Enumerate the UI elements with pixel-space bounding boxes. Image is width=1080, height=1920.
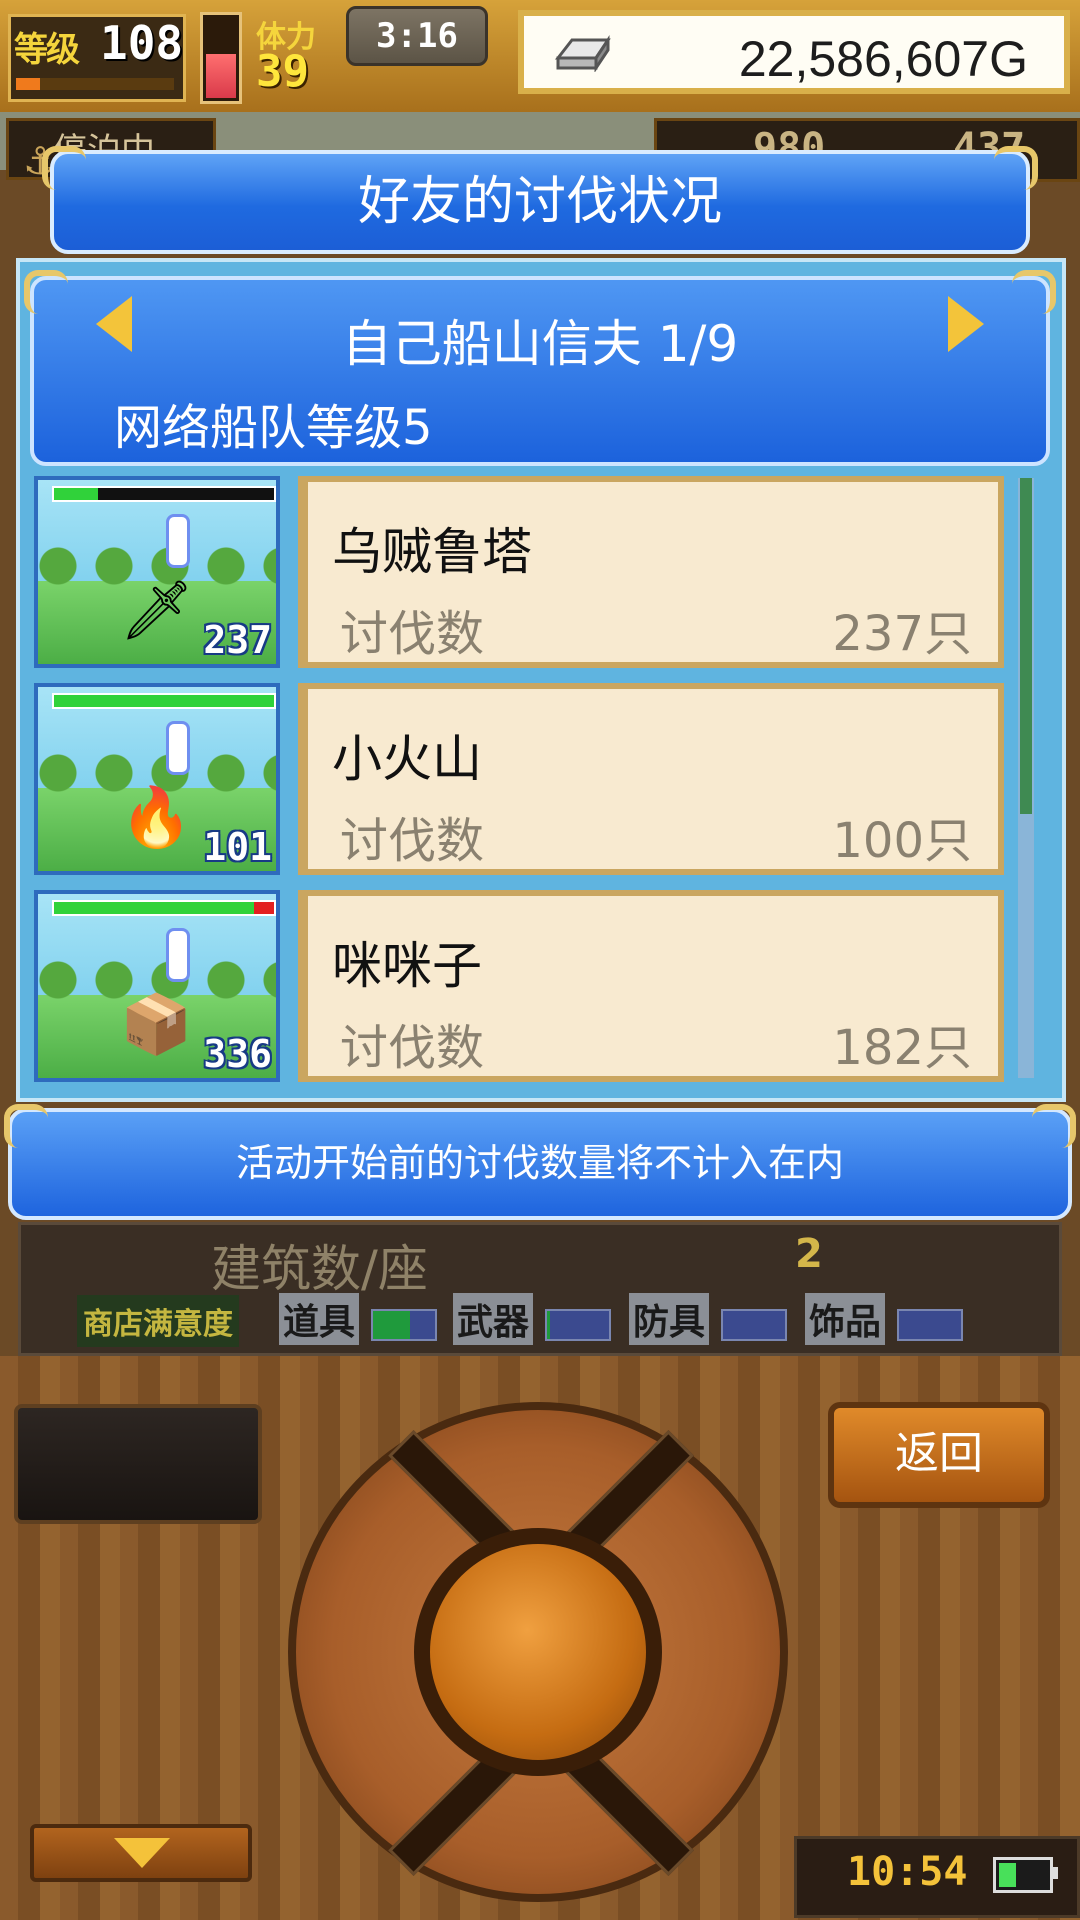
scrollbar-thumb[interactable] <box>1020 478 1032 814</box>
exclamation-icon <box>166 721 190 775</box>
battery-icon <box>993 1857 1053 1893</box>
monster-thumbnail: 🔥 101 <box>34 683 280 875</box>
category-accessories-gauge <box>897 1309 963 1341</box>
monster-card: 小火山 讨伐数 100只 <box>298 683 1004 875</box>
shop-satisfaction-label: 商店满意度 <box>77 1295 239 1347</box>
category-accessories-label: 饰品 <box>805 1293 886 1345</box>
direction-dial[interactable] <box>288 1402 788 1902</box>
exclamation-icon <box>166 514 190 568</box>
notice-banner: 活动开始前的讨伐数量将不计入在内 <box>8 1108 1072 1220</box>
kill-count-label: 讨伐数 <box>340 813 485 869</box>
kill-count-label: 讨伐数 <box>340 606 485 662</box>
gold-value: 22,586,607G <box>738 31 1028 87</box>
monster-hp-bar <box>52 693 276 709</box>
monster-list: 🗡 237 乌贼鲁塔 讨伐数 237只 🔥 101 小火山 讨伐数 100只 📦… <box>30 472 1030 1088</box>
frame-corner <box>1032 1104 1076 1148</box>
list-item[interactable]: 📦 336 咪咪子 讨伐数 182只 <box>30 886 1030 1088</box>
sword-squid-icon: 🗡 <box>120 576 194 644</box>
building-stats-panel: 建筑数/座 2 商店满意度 道具 武器 防具 饰品 <box>18 1222 1062 1356</box>
menu-down-button[interactable] <box>30 1824 252 1882</box>
dial-center-button[interactable] <box>430 1544 646 1760</box>
monster-card: 咪咪子 讨伐数 182只 <box>298 890 1004 1082</box>
monster-hp-bar <box>52 900 276 916</box>
monster-thumbnail: 🗡 237 <box>34 476 280 668</box>
category-weapons-label: 武器 <box>453 1293 534 1345</box>
gauge-fill <box>547 1311 551 1339</box>
building-count-value: 2 <box>795 1231 823 1277</box>
monster-thumbnail: 📦 336 <box>34 890 280 1082</box>
stamina-value: 39 <box>256 46 309 97</box>
category-items-gauge <box>371 1309 437 1341</box>
kill-count-label: 讨伐数 <box>340 1020 485 1076</box>
dialog-header: 好友的讨伐状况 <box>50 150 1030 254</box>
monster-hp-fill <box>54 902 255 914</box>
treasure-chest-cat-icon: 📦 <box>120 990 193 1058</box>
gauge-fill <box>373 1311 411 1339</box>
hp-gauge-fill <box>206 54 236 98</box>
monster-name: 乌贼鲁塔 <box>332 523 532 581</box>
fleet-level: 网络船队等级5 <box>114 400 433 456</box>
chevron-down-icon <box>114 1838 170 1868</box>
category-armor-gauge <box>721 1309 787 1341</box>
notice-text: 活动开始前的讨伐数量将不计入在内 <box>235 1141 844 1185</box>
battery-tip <box>1052 1867 1058 1879</box>
kill-count-value: 237只 <box>832 606 972 662</box>
category-weapons-gauge <box>545 1309 611 1341</box>
kill-count-value: 100只 <box>832 813 972 869</box>
mini-screen <box>14 1404 262 1524</box>
frame-corner <box>42 146 86 190</box>
category-items-label: 道具 <box>279 1293 360 1345</box>
monster-name: 咪咪子 <box>332 937 482 995</box>
level-value: 108 <box>100 16 184 70</box>
battery-fill <box>999 1863 1016 1887</box>
building-count-label: 建筑数/座 <box>211 1240 428 1298</box>
frame-corner <box>4 1104 48 1148</box>
monster-hp-fill <box>54 488 98 500</box>
monster-hp-fill <box>54 695 274 707</box>
fire-spirit-icon: 🔥 <box>120 783 193 851</box>
device-time: 10:54 <box>847 1849 968 1895</box>
monster-count-badge: 237 <box>203 618 272 662</box>
exclamation-icon <box>166 928 190 982</box>
silver-ingot-icon <box>554 35 611 72</box>
xp-bar <box>16 78 174 90</box>
top-hud: 等级 108 体力 39 3:16 22,586,607G <box>0 0 1080 118</box>
gold-display: 22,586,607G <box>518 10 1070 94</box>
friend-panel: 自己船山信夫 1/9 网络船队等级5 <box>30 276 1050 466</box>
back-button[interactable]: 返回 <box>828 1402 1050 1508</box>
frame-corner <box>1012 270 1056 314</box>
device-status: 10:54 <box>794 1836 1080 1918</box>
monster-count-badge: 101 <box>203 825 272 869</box>
xp-fill <box>16 78 40 90</box>
list-scrollbar[interactable] <box>1018 478 1034 1078</box>
monster-name: 小火山 <box>332 730 482 788</box>
kill-count-value: 182只 <box>832 1020 972 1076</box>
frame-corner <box>994 146 1038 190</box>
controller-panel: 返回 10:54 <box>0 1356 1080 1920</box>
monster-hp-red <box>254 902 274 914</box>
monster-count-badge: 336 <box>203 1032 272 1076</box>
friend-name: 自己船山信夫 1/9 <box>341 315 739 373</box>
list-item[interactable]: 🗡 237 乌贼鲁塔 讨伐数 237只 <box>30 472 1030 674</box>
dialog-title: 好友的讨伐状况 <box>357 172 722 232</box>
frame-corner <box>24 270 68 314</box>
monster-hp-bar <box>52 486 276 502</box>
level-label: 等级 <box>14 30 80 70</box>
list-item[interactable]: 🔥 101 小火山 讨伐数 100只 <box>30 679 1030 881</box>
category-armor-label: 防具 <box>629 1293 710 1345</box>
monster-card: 乌贼鲁塔 讨伐数 237只 <box>298 476 1004 668</box>
hp-gauge <box>200 12 242 104</box>
game-clock: 3:16 <box>346 6 488 66</box>
arrow-right-icon[interactable] <box>948 296 984 352</box>
